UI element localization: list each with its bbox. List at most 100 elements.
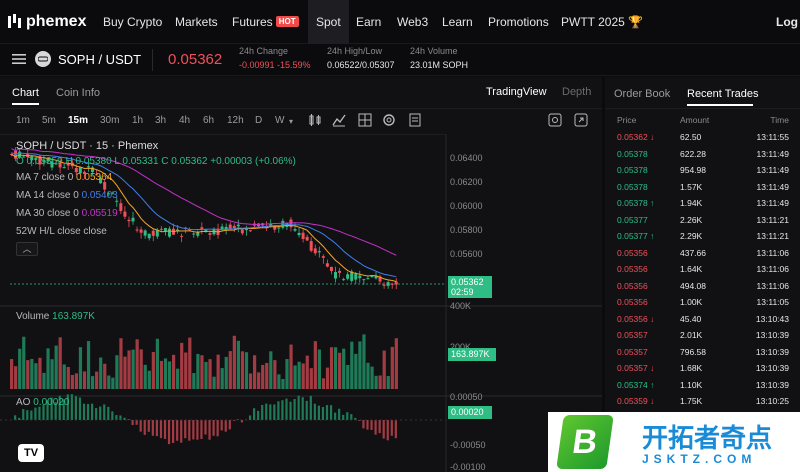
- trade-amount: 622.28: [680, 148, 706, 159]
- price-axis-label: 0.06000: [450, 201, 483, 211]
- trade-time: 13:10:39: [755, 346, 789, 357]
- trade-time: 13:11:05: [756, 297, 789, 307]
- volume-bar: [313, 341, 317, 389]
- trade-time: 13:11:06: [756, 280, 789, 291]
- tab-tradingview[interactable]: TradingView: [486, 86, 547, 98]
- nav-promotions[interactable]: Promotions: [488, 0, 549, 44]
- tf-5m[interactable]: 5m: [42, 115, 56, 126]
- nav-label: PWTT 2025: [561, 15, 625, 29]
- candle-body: [208, 233, 212, 235]
- volume-bar: [192, 373, 196, 389]
- candle-body: [196, 232, 200, 236]
- ao-bar: [261, 404, 264, 420]
- volume-bar: [163, 358, 168, 389]
- volume-bar: [281, 378, 285, 389]
- tf-4h[interactable]: 4h: [179, 115, 190, 126]
- layout-icon[interactable]: [358, 113, 372, 127]
- indicators-icon[interactable]: [332, 113, 346, 127]
- candle-body: [159, 228, 163, 230]
- volume-bar: [86, 341, 91, 389]
- tab-underline: [12, 103, 39, 105]
- volume-bar: [220, 368, 224, 389]
- volume-bar: [42, 372, 46, 389]
- notes-icon[interactable]: [408, 113, 422, 127]
- volume-bar: [350, 341, 354, 389]
- col-price: Price: [617, 115, 637, 125]
- ma14-label: MA 14 close 0: [16, 190, 79, 201]
- tab-coin-info[interactable]: Coin Info: [56, 87, 100, 99]
- trade-row: 0.05356 437.66 13:11:06: [617, 248, 789, 264]
- candle-body: [362, 279, 366, 281]
- tab-order-book[interactable]: Order Book: [614, 88, 670, 100]
- tab-recent-trades[interactable]: Recent Trades: [687, 88, 759, 100]
- nav-futures[interactable]: Futures HOT: [232, 0, 299, 44]
- tf-15m[interactable]: 15m: [68, 115, 88, 126]
- nav-label: Promotions: [488, 15, 549, 29]
- phemex-logo[interactable]: phemex: [8, 12, 86, 32]
- ao-bar: [232, 420, 235, 421]
- trade-row: 0.05377 2.26K 13:11:21: [617, 215, 789, 231]
- fullscreen-icon[interactable]: [574, 113, 588, 127]
- trade-time: 13:11:49: [756, 198, 789, 208]
- tf-d[interactable]: D: [255, 115, 262, 126]
- ao-bar: [350, 414, 353, 420]
- ao-bar: [135, 420, 138, 425]
- trade-row: 0.05356 1.00K 13:11:05: [617, 297, 789, 313]
- ao-bar: [346, 412, 349, 420]
- trade-amount: 1.94K: [680, 198, 703, 208]
- collapse-legend-button[interactable]: ︿: [16, 242, 38, 256]
- volume-value: 23.01M SOPH: [410, 60, 469, 70]
- ao-bar: [180, 420, 183, 443]
- nav-markets[interactable]: Markets: [175, 0, 218, 44]
- login-link[interactable]: Log I: [776, 0, 800, 44]
- trade-row: 0.05378 954.98 13:11:49: [617, 165, 789, 181]
- nav-pwtt[interactable]: PWTT 2025 🏆: [561, 0, 643, 44]
- ao-bar: [139, 420, 142, 432]
- trade-time: 13:11:21: [756, 231, 789, 241]
- tradingview-logo-icon[interactable]: TV: [18, 444, 44, 462]
- ao-bar: [131, 420, 134, 426]
- tab-chart[interactable]: Chart: [12, 87, 39, 99]
- volume-bar: [91, 376, 95, 389]
- trade-price: 0.05378 ↑: [617, 198, 655, 208]
- candle-body: [232, 225, 236, 229]
- trade-amount: 1.00K: [680, 297, 703, 307]
- trade-row: 0.05357 796.58 13:10:39: [617, 347, 789, 363]
- tf-w[interactable]: W: [275, 115, 284, 126]
- tf-6h[interactable]: 6h: [203, 115, 214, 126]
- price-chart[interactable]: [0, 134, 602, 472]
- candle-body: [127, 219, 131, 222]
- ma7-label: MA 7 close 0: [16, 172, 74, 183]
- ao-bar: [277, 401, 280, 420]
- nav-spot[interactable]: Spot: [308, 0, 349, 44]
- tf-1m[interactable]: 1m: [16, 115, 30, 126]
- ao-bar: [228, 420, 231, 430]
- candle-body: [143, 230, 147, 236]
- trade-amount: 796.58: [680, 346, 706, 357]
- volume-bar: [244, 352, 249, 389]
- pair-name[interactable]: SOPH / USDT: [58, 52, 141, 67]
- nav-earn[interactable]: Earn: [356, 0, 381, 44]
- ao-bar: [334, 412, 337, 420]
- tab-depth[interactable]: Depth: [562, 86, 591, 98]
- chevron-down-icon[interactable]: ▾: [289, 117, 293, 126]
- volume-label: Volume: [16, 311, 50, 322]
- tf-3h[interactable]: 3h: [155, 115, 166, 126]
- candle-body: [334, 272, 337, 279]
- menu-icon[interactable]: [12, 53, 26, 68]
- trophy-icon: 🏆: [628, 15, 644, 29]
- nav-buy-crypto[interactable]: Buy Crypto: [103, 0, 162, 44]
- candle-type-icon[interactable]: [308, 113, 322, 127]
- volume-value: 163.897K: [52, 311, 95, 322]
- settings-gear-icon[interactable]: [382, 113, 396, 127]
- trade-price: 0.05356: [617, 247, 648, 258]
- ao-bar: [313, 403, 316, 420]
- tf-1h[interactable]: 1h: [132, 115, 143, 126]
- nav-learn[interactable]: Learn: [442, 0, 473, 44]
- tf-30m[interactable]: 30m: [100, 115, 119, 126]
- nav-web3[interactable]: Web3: [397, 0, 428, 44]
- tf-12h[interactable]: 12h: [227, 115, 244, 126]
- screenshot-icon[interactable]: [548, 113, 562, 127]
- nav-label: Spot: [316, 15, 341, 29]
- candle-body: [382, 284, 386, 286]
